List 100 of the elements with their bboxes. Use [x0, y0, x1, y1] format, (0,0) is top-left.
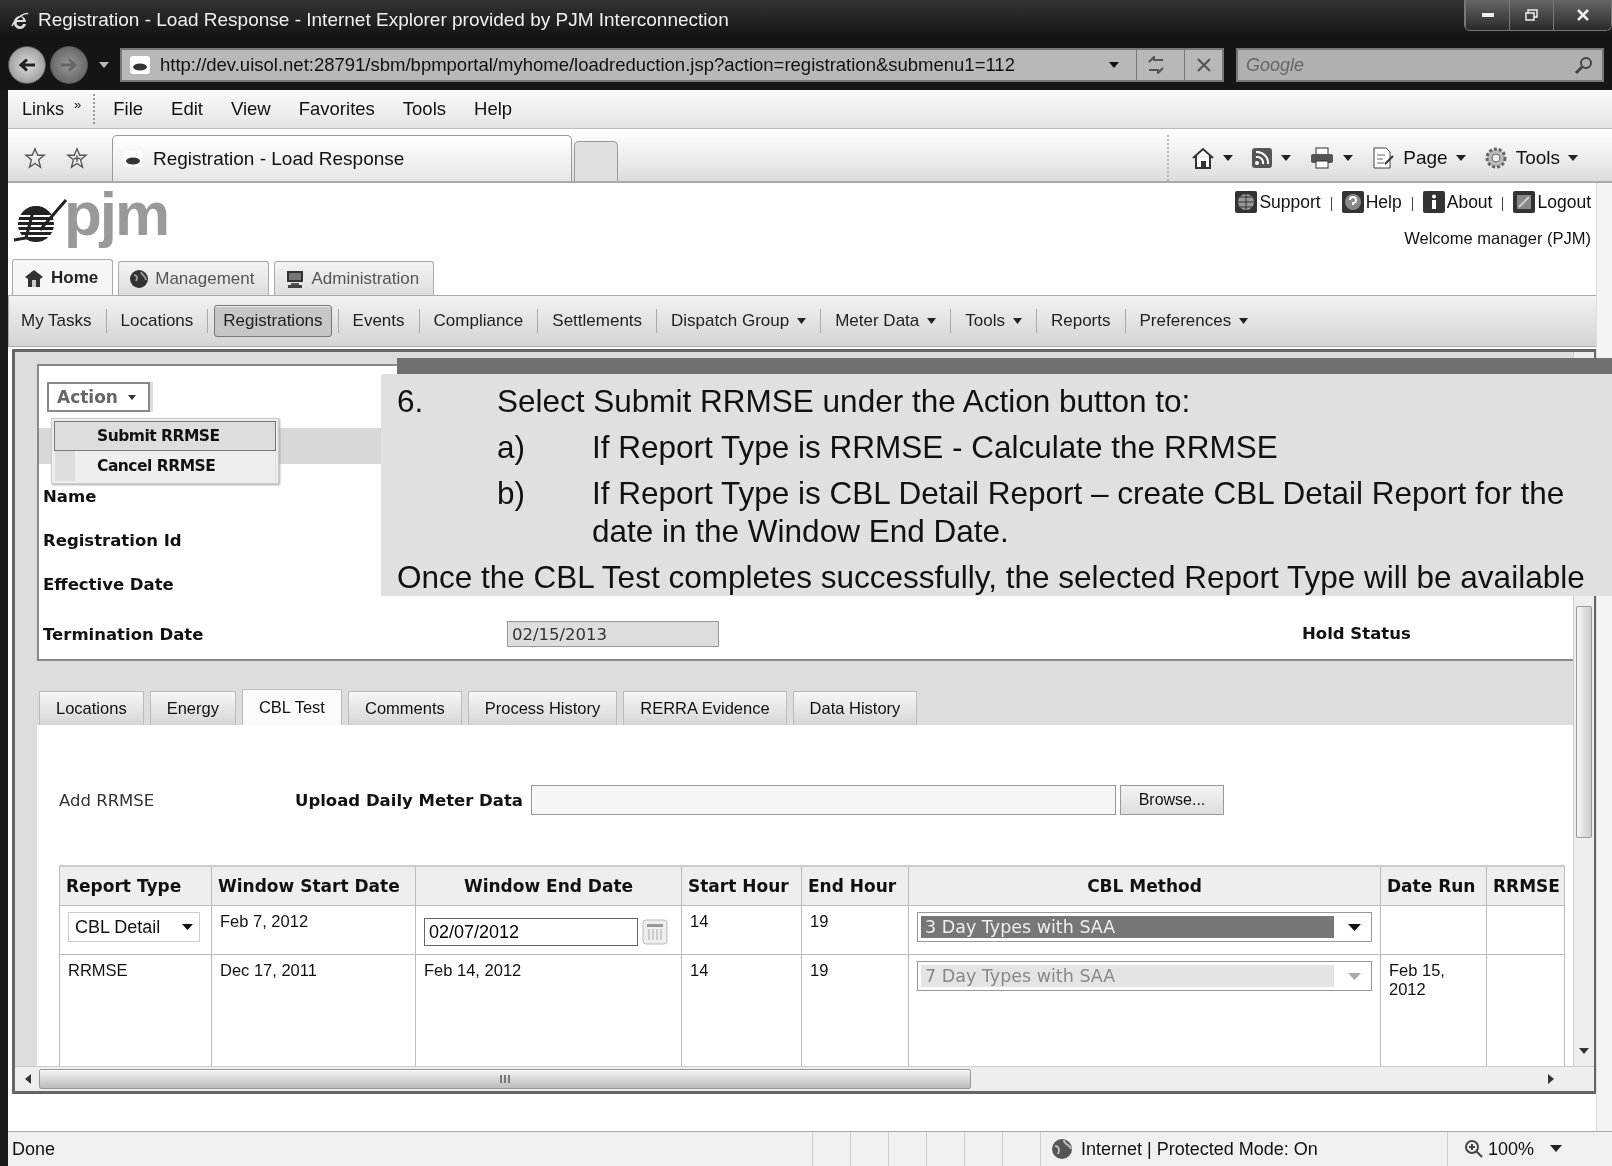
nav-menu-item[interactable]: Events [344, 306, 413, 336]
caret-icon [182, 924, 193, 930]
star-plus-icon [66, 147, 88, 169]
main-tab[interactable]: Home [12, 259, 114, 295]
logo-mark-icon [12, 198, 68, 244]
right-arrow-icon[interactable] [1548, 1074, 1554, 1084]
grip-icon [499, 1074, 511, 1084]
file-path-field[interactable] [530, 785, 1116, 815]
back-button[interactable] [8, 46, 46, 84]
nav-menu-item[interactable]: Tools [957, 306, 1030, 336]
caret-icon[interactable] [1550, 1145, 1563, 1153]
table-cell-text: Feb 15, 2012 [1389, 961, 1446, 999]
caret-icon [1348, 972, 1361, 980]
feed-icon [1251, 147, 1274, 169]
calendar-icon[interactable] [642, 919, 668, 945]
tab[interactable]: RERRA Evidence [623, 691, 787, 725]
home-button[interactable] [1191, 147, 1234, 169]
browser-logo-icon [10, 10, 30, 30]
instruction-text: If Report Type is CBL Detail Report – create CBL Detail Report for the date in the Window End Date. [592, 474, 1566, 550]
nav-menu-item[interactable]: Compliance [425, 306, 532, 336]
search-field[interactable]: Google [1236, 48, 1604, 82]
main-tab[interactable]: Management [118, 261, 270, 295]
menu-item[interactable]: Submit RRMSE [54, 421, 276, 451]
address-field[interactable]: http://dev.uisol.net:28791/sbm/bpmportal/myhome/loadreduction.jsp?action=registration&submenu1=112 [120, 48, 1224, 82]
menu-item[interactable]: Help [474, 98, 513, 120]
zoom-icon [1464, 1139, 1484, 1159]
home-icon [1191, 147, 1216, 169]
page-button[interactable]: Page [1371, 146, 1466, 170]
caret-icon [1343, 154, 1354, 162]
menu-item[interactable]: Cancel RRMSE [54, 451, 276, 481]
column-header: Window Start Date [211, 866, 416, 906]
instruction-text: Once the CBL Test completes successfully, the selected Report Type will be available [397, 558, 1586, 596]
search-icon[interactable] [1574, 55, 1594, 75]
info-icon [1422, 191, 1445, 213]
caret-icon[interactable] [1108, 61, 1120, 69]
menu-item[interactable]: Tools [402, 98, 446, 120]
caret-icon [1281, 154, 1292, 162]
printer-icon [1309, 147, 1336, 169]
caret-icon[interactable] [98, 61, 110, 69]
tools-button[interactable]: Tools [1483, 146, 1578, 170]
instruction-text: If Report Type is RRMSE - Calculate the RRMSE [592, 428, 1279, 466]
nav-menu-item[interactable]: Locations [112, 306, 202, 336]
scrollbar-thumb[interactable] [39, 1069, 971, 1089]
print-button[interactable] [1309, 147, 1354, 169]
menu-item[interactable]: File [113, 98, 144, 120]
date-field[interactable]: 02/15/2013 [507, 621, 719, 647]
right-arrow-icon [61, 58, 77, 72]
zoom-button[interactable]: 100% [1447, 1132, 1535, 1166]
restore-button[interactable] [1509, 0, 1553, 30]
browser-tab[interactable]: Registration - Load Response [112, 135, 572, 181]
browse-button[interactable]: Browse... [1119, 785, 1224, 815]
menu-item[interactable]: Edit [171, 98, 203, 120]
forward-button[interactable] [50, 46, 88, 84]
nav-menu-item[interactable]: Settlements [544, 306, 651, 336]
tab[interactable]: Energy [149, 691, 236, 725]
nav-menu-item[interactable]: My Tasks [13, 306, 100, 336]
support-link[interactable]: Support [1235, 191, 1321, 213]
star-icon [24, 147, 46, 169]
nav-menu-item[interactable]: Registrations [214, 305, 332, 337]
action-button[interactable]: Action [47, 382, 150, 412]
tab[interactable]: CBL Test [241, 689, 342, 725]
down-arrow-icon[interactable] [1579, 1048, 1589, 1054]
help-link[interactable]: Help [1341, 191, 1402, 213]
chevron[interactable]: » [74, 96, 82, 112]
feed-button[interactable] [1251, 147, 1292, 169]
logout-link[interactable]: Logout [1513, 191, 1591, 213]
globe-icon [1235, 191, 1258, 213]
date-field[interactable]: 02/07/2012 [424, 918, 638, 946]
minimize-icon [1481, 13, 1494, 17]
welcome-text: Welcome manager (PJM) [1404, 229, 1591, 248]
column-header: RRMSE [1486, 866, 1565, 906]
about-link[interactable]: About [1422, 191, 1493, 213]
refresh-icon [1147, 56, 1164, 74]
menu-item[interactable]: View [230, 98, 271, 120]
tab[interactable]: Comments [347, 691, 462, 725]
help-icon [1341, 191, 1364, 213]
report-type-select[interactable]: CBL Detail [68, 912, 200, 942]
page-icon [130, 56, 150, 74]
nav-menu-item[interactable]: Reports [1042, 306, 1119, 336]
tab[interactable]: Data History [792, 691, 918, 725]
table-cell: RRMSE [68, 961, 128, 980]
close-button[interactable] [1553, 0, 1611, 30]
nav-menu-item[interactable]: Meter Data [827, 306, 945, 336]
main-tab[interactable]: Administration [274, 261, 435, 295]
column-header: End Hour [801, 866, 909, 906]
links-button[interactable]: Links [22, 98, 65, 120]
minimize-button[interactable] [1465, 0, 1509, 30]
table-cell: 19 [810, 961, 829, 980]
scrollbar-thumb[interactable] [1576, 606, 1592, 838]
caret-icon [1223, 154, 1234, 162]
left-arrow-icon[interactable] [25, 1074, 31, 1084]
nav-menu-item[interactable]: Preferences [1131, 306, 1257, 336]
cbl-method-select[interactable]: 3 Day Types with SAA [917, 912, 1372, 942]
nav-menu-item[interactable]: Dispatch Group [663, 306, 815, 336]
gear-icon [1483, 146, 1508, 170]
restore-icon [1524, 9, 1539, 21]
menu-item[interactable]: Favorites [298, 98, 375, 120]
tab[interactable]: Locations [39, 691, 144, 725]
page-icon [1371, 146, 1396, 170]
tab[interactable]: Process History [467, 691, 618, 725]
